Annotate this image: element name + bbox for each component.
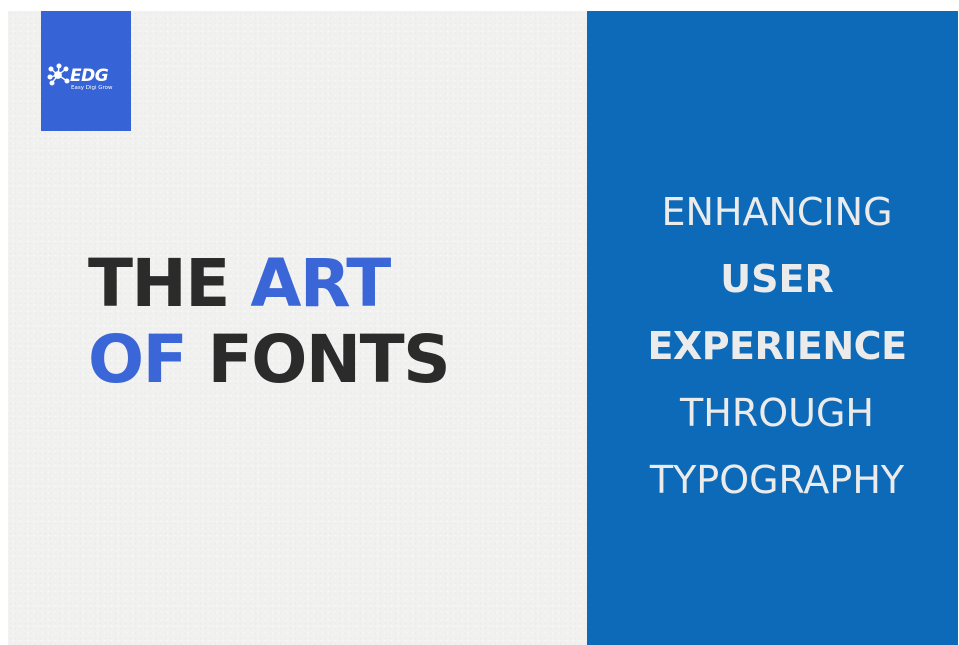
subtitle-line-user: USER bbox=[720, 257, 834, 301]
subtitle-line-through: THROUGH bbox=[680, 391, 874, 435]
headline-line-1: THE ART bbox=[88, 246, 449, 322]
headline-line-2: OF FONTS bbox=[88, 321, 451, 398]
brand-logo: EDG Easy Digi Grow bbox=[41, 11, 131, 131]
logo-tagline: Easy Digi Grow bbox=[71, 85, 113, 91]
headline-word-art: ART bbox=[250, 245, 391, 322]
subtitle-line-typography: TYPOGRAPHY bbox=[649, 458, 905, 502]
logo-wordmark: EDG bbox=[70, 66, 109, 86]
subtitle-line-experience: EXPERIENCE bbox=[647, 324, 907, 368]
subtitle-line-enhancing: ENHANCING bbox=[661, 190, 893, 234]
headline-word-fonts: FONTS bbox=[207, 321, 451, 398]
main-headline: THE ART OF FONTS bbox=[88, 246, 451, 398]
headline-word-of: OF bbox=[88, 321, 208, 398]
subtitle-panel: ENHANCING USER EXPERIENCE THROUGH TYPOGR… bbox=[587, 11, 958, 645]
headline-word-the: THE bbox=[88, 245, 251, 322]
